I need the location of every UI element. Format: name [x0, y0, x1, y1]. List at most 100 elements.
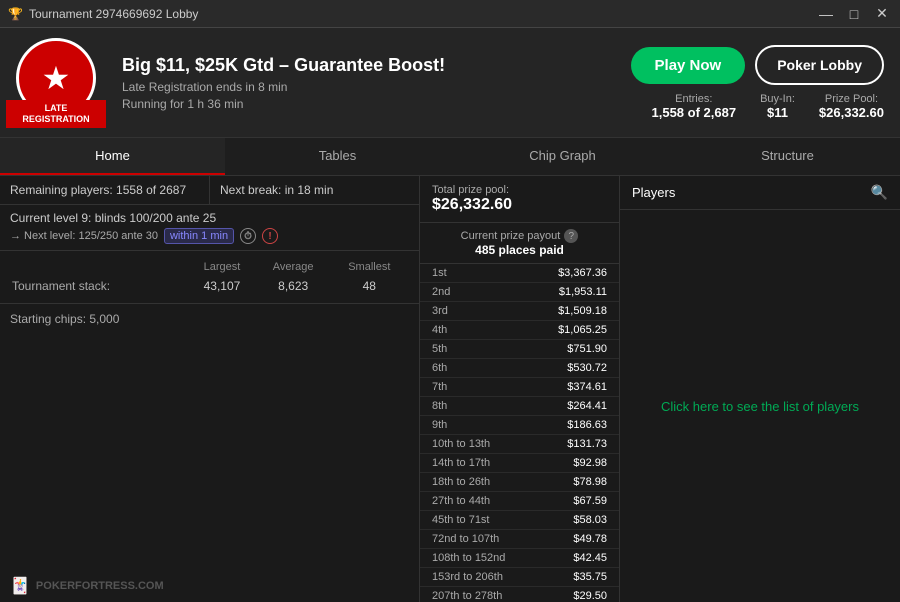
payout-row: 153rd to 206th $35.75 — [420, 568, 619, 587]
players-panel: Players 🔍 Click here to see the list of … — [620, 176, 900, 602]
stack-row-label: Tournament stack: — [12, 279, 187, 293]
buyin-value: $11 — [760, 105, 795, 120]
payout-amount: $78.98 — [573, 476, 607, 488]
prize-pool-header-value: $26,332.60 — [819, 105, 884, 120]
payout-amount: $49.78 — [573, 533, 607, 545]
starting-chips: Starting chips: 5,000 — [0, 304, 419, 334]
next-level-row: → Next level: 125/250 ante 30 within 1 m… — [10, 228, 409, 244]
prize-panel[interactable]: Total prize pool: $26,332.60 Current pri… — [420, 176, 620, 602]
payout-row: 6th $530.72 — [420, 359, 619, 378]
buyin-label: Buy-In: — [760, 93, 795, 105]
maximize-button[interactable]: □ — [844, 4, 864, 24]
payout-amount: $1,065.25 — [558, 324, 607, 336]
payout-place: 72nd to 107th — [432, 533, 499, 545]
payout-place: 9th — [432, 419, 447, 431]
tab-home[interactable]: Home — [0, 138, 225, 175]
payout-row: 1st $3,367.36 — [420, 264, 619, 283]
header: ★ LATE REGISTRATION Big $11, $25K Gtd – … — [0, 28, 900, 138]
next-break-text: Next break: in 18 min — [220, 183, 333, 197]
smallest-value: 48 — [332, 279, 407, 293]
logo-area: ★ LATE REGISTRATION — [16, 38, 106, 128]
players-header: Players 🔍 — [620, 176, 900, 210]
payout-place: 7th — [432, 381, 447, 393]
current-payout-label: Current prize payout ? — [426, 229, 613, 243]
late-registration-badge: LATE REGISTRATION — [6, 100, 106, 128]
payout-row: 14th to 17th$92.98 — [420, 454, 619, 473]
payout-place: 8th — [432, 400, 447, 412]
search-players-button[interactable]: 🔍 — [871, 184, 888, 201]
header-info: Big $11, $25K Gtd – Guarantee Boost! Lat… — [122, 55, 615, 111]
total-prize-label: Total prize pool: — [432, 184, 607, 196]
next-break-cell: Next break: in 18 min — [209, 176, 419, 204]
payout-row: 3rd $1,509.18 — [420, 302, 619, 321]
payout-header: Current prize payout ? 485 places paid — [420, 223, 619, 264]
title-bar-left: 🏆 Tournament 2974669692 Lobby — [8, 7, 198, 21]
tab-tables[interactable]: Tables — [225, 138, 450, 175]
question-icon[interactable]: ? — [564, 229, 578, 243]
payout-amount: $530.72 — [567, 362, 607, 374]
tab-chip-graph[interactable]: Chip Graph — [450, 138, 675, 175]
payout-amount: $67.59 — [573, 495, 607, 507]
payout-place: 18th to 26th — [432, 476, 490, 488]
payout-amount: $35.75 — [573, 571, 607, 583]
payout-list: 1st $3,367.36 2nd $1,953.11 3rd $1,509.18 4th $… — [420, 264, 619, 602]
tabs-bar: Home Tables Chip Graph Structure — [0, 138, 900, 176]
payout-amount: $42.45 — [573, 552, 607, 564]
average-value: 8,623 — [257, 279, 330, 293]
title-bar: 🏆 Tournament 2974669692 Lobby — □ ✕ — [0, 0, 900, 28]
warning-icon[interactable]: ! — [262, 228, 278, 244]
tournament-title: Big $11, $25K Gtd – Guarantee Boost! — [122, 55, 615, 76]
payout-place: 4th — [432, 324, 447, 336]
prize-header: Total prize pool: $26,332.60 — [420, 176, 619, 223]
payout-amount: $131.73 — [567, 438, 607, 450]
tab-structure[interactable]: Structure — [675, 138, 900, 175]
payout-place: 2nd — [432, 286, 450, 298]
running-time-text: Running for 1 h 36 min — [122, 97, 615, 111]
minimize-button[interactable]: — — [816, 4, 836, 24]
payout-place: 153rd to 206th — [432, 571, 503, 583]
remaining-players-cell: Remaining players: 1558 of 2687 — [0, 176, 209, 204]
play-now-button[interactable]: Play Now — [631, 47, 746, 84]
payout-row: 108th to 152nd$42.45 — [420, 549, 619, 568]
payout-row: 8th $264.41 — [420, 397, 619, 416]
largest-value: 43,107 — [189, 279, 255, 293]
payout-row: 9th$186.63 — [420, 416, 619, 435]
header-stats: Entries: 1,558 of 2,687 Buy-In: $11 Priz… — [652, 93, 885, 120]
level-row: Current level 9: blinds 100/200 ante 25 … — [0, 205, 419, 251]
poker-lobby-button[interactable]: Poker Lobby — [755, 45, 884, 85]
payout-row: 4th $1,065.25 — [420, 321, 619, 340]
players-click-message[interactable]: Click here to see the list of players — [620, 210, 900, 602]
payout-row: 7th $374.61 — [420, 378, 619, 397]
payout-amount: $374.61 — [567, 381, 607, 393]
payout-place: 3rd — [432, 305, 448, 317]
total-prize-value: $26,332.60 — [432, 196, 607, 214]
payout-place: 27th to 44th — [432, 495, 490, 507]
buyin-stat: Buy-In: $11 — [760, 93, 795, 120]
payout-place: 6th — [432, 362, 447, 374]
payout-amount: $58.03 — [573, 514, 607, 526]
cards-icon: 🃏 — [10, 576, 30, 596]
payout-row: 5th$751.90 — [420, 340, 619, 359]
payout-amount: $1,509.18 — [558, 305, 607, 317]
within-badge: within 1 min — [164, 228, 234, 244]
payout-row: 72nd to 107th $49.78 — [420, 530, 619, 549]
window-icon: 🏆 — [8, 7, 23, 21]
payout-place: 1st — [432, 267, 447, 279]
entries-label: Entries: — [652, 93, 737, 105]
payout-amount: $264.41 — [567, 400, 607, 412]
watermark: 🃏 POKERFORTRESS.COM — [10, 576, 164, 596]
payout-amount: $751.90 — [567, 343, 607, 355]
clock-icon[interactable]: ⏱ — [240, 228, 256, 244]
average-header: Average — [257, 261, 330, 277]
payout-row: 2nd $1,953.11 — [420, 283, 619, 302]
smallest-header: Smallest — [332, 261, 407, 277]
payout-amount: $3,367.36 — [558, 267, 607, 279]
payout-amount: $29.50 — [573, 590, 607, 602]
payout-amount: $1,953.11 — [559, 286, 607, 298]
prize-pool-header-label: Prize Pool: — [819, 93, 884, 105]
main-content: Remaining players: 1558 of 2687 Next bre… — [0, 176, 900, 602]
payout-amount: $92.98 — [573, 457, 607, 469]
payout-place: 45th to 71st — [432, 514, 490, 526]
left-panel: Remaining players: 1558 of 2687 Next bre… — [0, 176, 420, 602]
close-button[interactable]: ✕ — [872, 4, 892, 24]
